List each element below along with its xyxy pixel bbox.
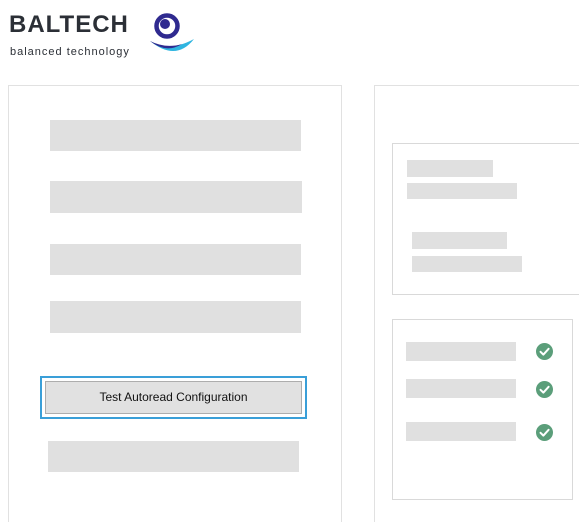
field-placeholder-4 <box>50 301 301 333</box>
status-placeholder-1 <box>406 342 516 361</box>
test-autoread-configuration-button[interactable]: Test Autoread Configuration <box>45 381 302 414</box>
info-placeholder-4 <box>412 256 522 272</box>
check-circle-icon <box>536 343 553 360</box>
field-placeholder-2 <box>50 181 302 213</box>
info-placeholder-3 <box>412 232 507 249</box>
status-placeholder-2 <box>406 379 516 398</box>
status-placeholder-3 <box>406 422 516 441</box>
info-card <box>392 143 579 295</box>
check-circle-icon <box>536 381 553 398</box>
check-circle-icon <box>536 424 553 441</box>
app-window: BALTECH balanced technology Test Autorea… <box>0 0 579 522</box>
logo-tagline: balanced technology <box>10 46 130 58</box>
left-panel: Test Autoread Configuration <box>8 85 342 522</box>
logo-wordmark: BALTECH <box>9 11 129 38</box>
baltech-logo-mark-icon <box>150 13 194 52</box>
baltech-logo: BALTECH balanced technology <box>9 10 199 70</box>
field-placeholder-3 <box>50 244 301 275</box>
field-placeholder-5 <box>48 441 299 472</box>
right-panel <box>374 85 579 522</box>
test-button-focus-ring: Test Autoread Configuration <box>40 376 307 419</box>
info-placeholder-1 <box>407 160 493 177</box>
field-placeholder-1 <box>50 120 301 151</box>
status-card <box>392 319 573 500</box>
info-placeholder-2 <box>407 183 517 199</box>
